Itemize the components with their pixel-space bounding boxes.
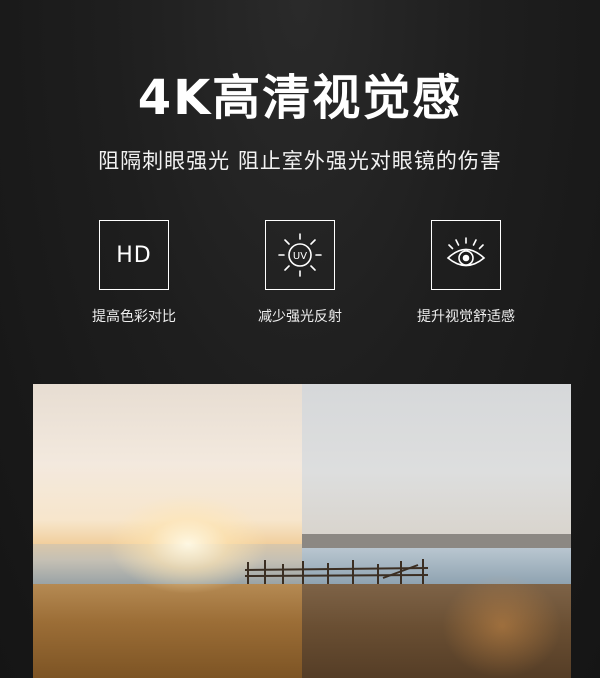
hd-icon: HD [99,220,169,290]
eye-icon [431,220,501,290]
feature-hd: HD 提高色彩对比 [79,220,189,326]
lens-flare [442,574,562,678]
photo-without-lens [33,384,302,678]
feature-label: 减少强光反射 [258,309,342,325]
page-subtitle: 阻隔刺眼强光 阻止室外强光对眼镜的伤害 [98,149,502,173]
feature-uv: UV 减少强光反射 [245,220,355,326]
uv-sun-icon: UV [265,220,335,290]
hd-icon-text: HD [116,242,152,268]
feature-label: 提升视觉舒适感 [417,309,515,325]
feature-label: 提高色彩对比 [92,309,176,325]
photo-with-lens [302,384,571,678]
uv-icon-text: UV [293,251,307,262]
page-title: 4K高清视觉感 [137,70,463,126]
comparison-photo [33,384,571,678]
feature-eye: 提升视觉舒适感 [411,220,521,326]
fence-silhouette [244,559,429,584]
feature-row: HD 提高色彩对比 UV 减少强光反射 提升视觉舒适感 [0,220,600,326]
